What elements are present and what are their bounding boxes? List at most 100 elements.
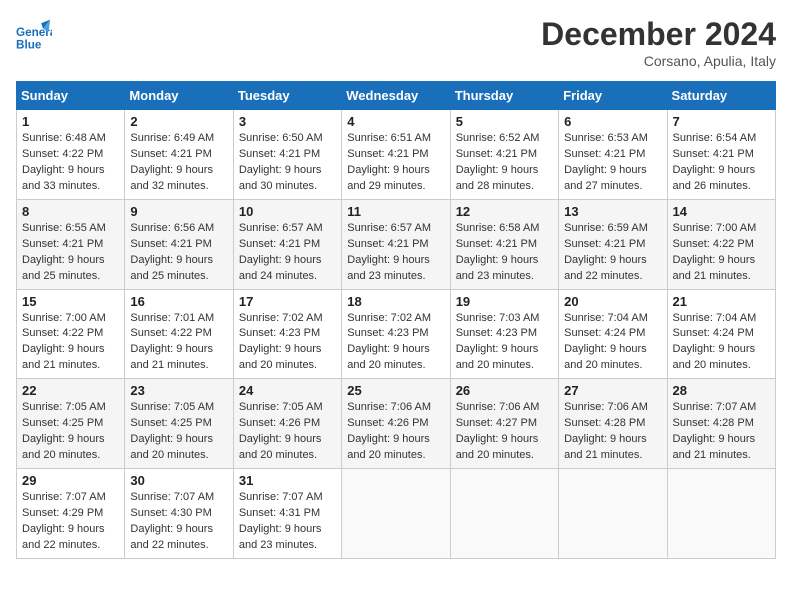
day-number: 4 (347, 114, 444, 129)
day-info: Sunrise: 7:05 AM Sunset: 4:25 PM Dayligh… (130, 400, 227, 464)
calendar-header: Sunday Monday Tuesday Wednesday Thursday… (17, 82, 776, 110)
day-info: Sunrise: 6:54 AM Sunset: 4:21 PM Dayligh… (673, 131, 770, 195)
day-number: 12 (456, 204, 553, 219)
calendar-cell: 8 Sunrise: 6:55 AM Sunset: 4:21 PM Dayli… (17, 199, 125, 289)
location-label: Corsano, Apulia, Italy (541, 53, 776, 69)
calendar-week-2: 8 Sunrise: 6:55 AM Sunset: 4:21 PM Dayli… (17, 199, 776, 289)
calendar-cell: 6 Sunrise: 6:53 AM Sunset: 4:21 PM Dayli… (559, 110, 667, 200)
day-info: Sunrise: 6:50 AM Sunset: 4:21 PM Dayligh… (239, 131, 336, 195)
calendar-cell: 1 Sunrise: 6:48 AM Sunset: 4:22 PM Dayli… (17, 110, 125, 200)
calendar-cell: 12 Sunrise: 6:58 AM Sunset: 4:21 PM Dayl… (450, 199, 558, 289)
day-number: 24 (239, 383, 336, 398)
calendar-cell: 2 Sunrise: 6:49 AM Sunset: 4:21 PM Dayli… (125, 110, 233, 200)
calendar-cell: 23 Sunrise: 7:05 AM Sunset: 4:25 PM Dayl… (125, 379, 233, 469)
day-info: Sunrise: 7:02 AM Sunset: 4:23 PM Dayligh… (347, 311, 444, 375)
month-title: December 2024 (541, 16, 776, 53)
day-info: Sunrise: 6:56 AM Sunset: 4:21 PM Dayligh… (130, 221, 227, 285)
calendar-cell: 17 Sunrise: 7:02 AM Sunset: 4:23 PM Dayl… (233, 289, 341, 379)
calendar-cell: 14 Sunrise: 7:00 AM Sunset: 4:22 PM Dayl… (667, 199, 775, 289)
calendar-cell: 20 Sunrise: 7:04 AM Sunset: 4:24 PM Dayl… (559, 289, 667, 379)
day-number: 27 (564, 383, 661, 398)
day-number: 6 (564, 114, 661, 129)
day-number: 29 (22, 473, 119, 488)
day-info: Sunrise: 7:01 AM Sunset: 4:22 PM Dayligh… (130, 311, 227, 375)
logo: General Blue (16, 16, 52, 52)
calendar-cell: 30 Sunrise: 7:07 AM Sunset: 4:30 PM Dayl… (125, 469, 233, 559)
col-friday: Friday (559, 82, 667, 110)
day-number: 17 (239, 294, 336, 309)
day-info: Sunrise: 7:07 AM Sunset: 4:30 PM Dayligh… (130, 490, 227, 554)
calendar-cell: 16 Sunrise: 7:01 AM Sunset: 4:22 PM Dayl… (125, 289, 233, 379)
calendar-cell: 9 Sunrise: 6:56 AM Sunset: 4:21 PM Dayli… (125, 199, 233, 289)
day-info: Sunrise: 6:48 AM Sunset: 4:22 PM Dayligh… (22, 131, 119, 195)
calendar-cell: 28 Sunrise: 7:07 AM Sunset: 4:28 PM Dayl… (667, 379, 775, 469)
col-wednesday: Wednesday (342, 82, 450, 110)
day-number: 31 (239, 473, 336, 488)
calendar-cell: 13 Sunrise: 6:59 AM Sunset: 4:21 PM Dayl… (559, 199, 667, 289)
header-row: Sunday Monday Tuesday Wednesday Thursday… (17, 82, 776, 110)
calendar-cell: 29 Sunrise: 7:07 AM Sunset: 4:29 PM Dayl… (17, 469, 125, 559)
col-tuesday: Tuesday (233, 82, 341, 110)
day-info: Sunrise: 7:04 AM Sunset: 4:24 PM Dayligh… (673, 311, 770, 375)
day-number: 20 (564, 294, 661, 309)
day-info: Sunrise: 7:05 AM Sunset: 4:25 PM Dayligh… (22, 400, 119, 464)
day-number: 11 (347, 204, 444, 219)
calendar-table: Sunday Monday Tuesday Wednesday Thursday… (16, 81, 776, 559)
day-number: 28 (673, 383, 770, 398)
calendar-cell: 26 Sunrise: 7:06 AM Sunset: 4:27 PM Dayl… (450, 379, 558, 469)
col-saturday: Saturday (667, 82, 775, 110)
day-info: Sunrise: 7:04 AM Sunset: 4:24 PM Dayligh… (564, 311, 661, 375)
calendar-cell: 15 Sunrise: 7:00 AM Sunset: 4:22 PM Dayl… (17, 289, 125, 379)
calendar-cell: 5 Sunrise: 6:52 AM Sunset: 4:21 PM Dayli… (450, 110, 558, 200)
calendar-cell: 22 Sunrise: 7:05 AM Sunset: 4:25 PM Dayl… (17, 379, 125, 469)
day-number: 1 (22, 114, 119, 129)
calendar-cell: 31 Sunrise: 7:07 AM Sunset: 4:31 PM Dayl… (233, 469, 341, 559)
day-info: Sunrise: 6:55 AM Sunset: 4:21 PM Dayligh… (22, 221, 119, 285)
day-number: 15 (22, 294, 119, 309)
day-info: Sunrise: 7:05 AM Sunset: 4:26 PM Dayligh… (239, 400, 336, 464)
day-number: 23 (130, 383, 227, 398)
day-number: 3 (239, 114, 336, 129)
day-info: Sunrise: 6:59 AM Sunset: 4:21 PM Dayligh… (564, 221, 661, 285)
day-info: Sunrise: 6:58 AM Sunset: 4:21 PM Dayligh… (456, 221, 553, 285)
day-number: 25 (347, 383, 444, 398)
calendar-cell: 10 Sunrise: 6:57 AM Sunset: 4:21 PM Dayl… (233, 199, 341, 289)
day-info: Sunrise: 6:51 AM Sunset: 4:21 PM Dayligh… (347, 131, 444, 195)
day-info: Sunrise: 6:52 AM Sunset: 4:21 PM Dayligh… (456, 131, 553, 195)
day-number: 18 (347, 294, 444, 309)
day-info: Sunrise: 7:06 AM Sunset: 4:27 PM Dayligh… (456, 400, 553, 464)
calendar-cell: 4 Sunrise: 6:51 AM Sunset: 4:21 PM Dayli… (342, 110, 450, 200)
calendar-body: 1 Sunrise: 6:48 AM Sunset: 4:22 PM Dayli… (17, 110, 776, 559)
calendar-cell: 3 Sunrise: 6:50 AM Sunset: 4:21 PM Dayli… (233, 110, 341, 200)
day-info: Sunrise: 6:57 AM Sunset: 4:21 PM Dayligh… (239, 221, 336, 285)
day-info: Sunrise: 7:07 AM Sunset: 4:31 PM Dayligh… (239, 490, 336, 554)
day-number: 13 (564, 204, 661, 219)
calendar-cell (667, 469, 775, 559)
logo-icon: General Blue (16, 16, 52, 52)
calendar-cell: 7 Sunrise: 6:54 AM Sunset: 4:21 PM Dayli… (667, 110, 775, 200)
col-sunday: Sunday (17, 82, 125, 110)
day-number: 9 (130, 204, 227, 219)
title-block: December 2024 Corsano, Apulia, Italy (541, 16, 776, 69)
day-number: 5 (456, 114, 553, 129)
svg-text:Blue: Blue (16, 38, 42, 51)
day-number: 2 (130, 114, 227, 129)
day-info: Sunrise: 7:03 AM Sunset: 4:23 PM Dayligh… (456, 311, 553, 375)
day-info: Sunrise: 6:53 AM Sunset: 4:21 PM Dayligh… (564, 131, 661, 195)
day-number: 7 (673, 114, 770, 129)
calendar-cell: 25 Sunrise: 7:06 AM Sunset: 4:26 PM Dayl… (342, 379, 450, 469)
day-info: Sunrise: 7:00 AM Sunset: 4:22 PM Dayligh… (673, 221, 770, 285)
col-monday: Monday (125, 82, 233, 110)
page-header: General Blue December 2024 Corsano, Apul… (16, 16, 776, 69)
calendar-cell: 19 Sunrise: 7:03 AM Sunset: 4:23 PM Dayl… (450, 289, 558, 379)
day-number: 19 (456, 294, 553, 309)
day-number: 26 (456, 383, 553, 398)
calendar-cell: 24 Sunrise: 7:05 AM Sunset: 4:26 PM Dayl… (233, 379, 341, 469)
calendar-cell: 27 Sunrise: 7:06 AM Sunset: 4:28 PM Dayl… (559, 379, 667, 469)
calendar-week-5: 29 Sunrise: 7:07 AM Sunset: 4:29 PM Dayl… (17, 469, 776, 559)
day-info: Sunrise: 7:07 AM Sunset: 4:28 PM Dayligh… (673, 400, 770, 464)
calendar-cell: 21 Sunrise: 7:04 AM Sunset: 4:24 PM Dayl… (667, 289, 775, 379)
day-info: Sunrise: 7:06 AM Sunset: 4:26 PM Dayligh… (347, 400, 444, 464)
day-number: 16 (130, 294, 227, 309)
calendar-week-1: 1 Sunrise: 6:48 AM Sunset: 4:22 PM Dayli… (17, 110, 776, 200)
